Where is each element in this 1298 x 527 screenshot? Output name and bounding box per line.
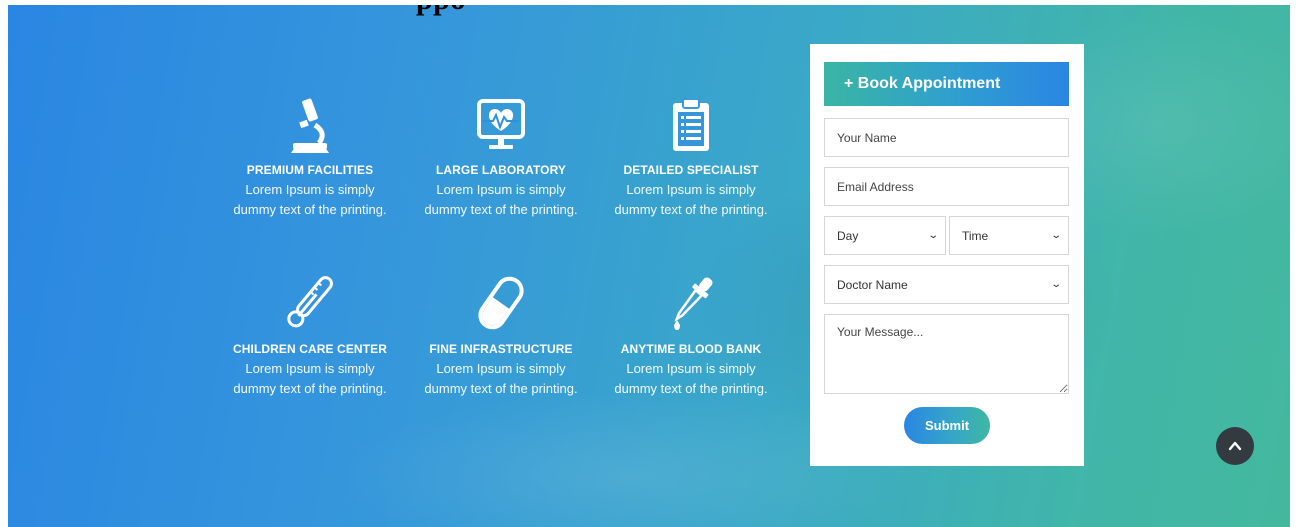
feature-title: ANYTIME BLOOD BANK (620, 342, 762, 356)
feature-anytime-blood-bank: ANYTIME BLOOD BANK Lorem Ipsum is simply… (596, 270, 786, 399)
doctor-select-value: Doctor Name (837, 277, 908, 292)
feature-desc-line: dummy text of the printing. (614, 381, 768, 396)
dropper-icon (596, 270, 786, 332)
feature-desc-line: Lorem Ipsum is simply (436, 182, 566, 197)
clipboard-icon (596, 91, 786, 153)
email-input[interactable] (824, 167, 1069, 206)
chevron-down-icon: ⌄ (926, 230, 939, 241)
feature-desc-line: dummy text of the printing. (424, 381, 578, 396)
feature-title: DETAILED SPECIALIST (623, 163, 759, 177)
time-select[interactable]: Time ⌄ (949, 216, 1069, 255)
feature-desc-line: dummy text of the printing. (424, 202, 578, 217)
feature-desc-line: dummy text of the printing. (233, 381, 387, 396)
feature-fine-infrastructure: FINE INFRASTRUCTURE Lorem Ipsum is simpl… (406, 270, 596, 399)
day-select[interactable]: Day ⌄ (824, 216, 946, 255)
feature-description: Lorem Ipsum is simply dummy text of the … (406, 359, 596, 399)
scroll-top-button[interactable] (1216, 427, 1254, 465)
heart-monitor-icon (406, 91, 596, 153)
feature-description: Lorem Ipsum is simply dummy text of the … (596, 180, 786, 220)
feature-premium-facilities: PREMIUM FACILITIES Lorem Ipsum is simply… (215, 91, 405, 220)
feature-description: Lorem Ipsum is simply dummy text of the … (215, 180, 405, 220)
day-select-value: Day (837, 228, 859, 243)
feature-title: CHILDREN CARE CENTER (232, 342, 387, 356)
page-title-partial: ppo (416, 5, 466, 17)
feature-desc-line: Lorem Ipsum is simply (626, 361, 756, 376)
name-input[interactable] (824, 118, 1069, 157)
feature-description: Lorem Ipsum is simply dummy text of the … (596, 359, 786, 399)
microscope-icon (215, 91, 405, 153)
pill-capsule-icon (406, 270, 596, 332)
feature-children-care-center: CHILDREN CARE CENTER Lorem Ipsum is simp… (215, 270, 405, 399)
thermometer-icon (215, 270, 405, 332)
feature-description: Lorem Ipsum is simply dummy text of the … (406, 180, 596, 220)
time-select-value: Time (962, 228, 989, 243)
feature-desc-line: dummy text of the printing. (233, 202, 387, 217)
feature-detailed-specialist: DETAILED SPECIALIST Lorem Ipsum is simpl… (596, 91, 786, 220)
form-heading: + Book Appointment (824, 62, 1069, 106)
appointment-form-card: + Book Appointment Day ⌄ Time ⌄ Doctor N… (810, 44, 1084, 466)
submit-button[interactable]: Submit (904, 407, 990, 444)
feature-desc-line: Lorem Ipsum is simply (436, 361, 566, 376)
feature-desc-line: Lorem Ipsum is simply (245, 361, 375, 376)
feature-desc-line: Lorem Ipsum is simply (245, 182, 375, 197)
feature-title: LARGE LABORATORY (435, 163, 567, 177)
feature-title: PREMIUM FACILITIES (246, 163, 374, 177)
feature-title: FINE INFRASTRUCTURE (429, 342, 573, 356)
feature-desc-line: Lorem Ipsum is simply (626, 182, 756, 197)
hero-section: ppo PREMIUM FACILITIES Lorem Ipsum is si… (8, 5, 1290, 527)
doctor-select[interactable]: Doctor Name ⌄ (824, 265, 1069, 304)
chevron-down-icon: ⌄ (1049, 230, 1062, 241)
chevron-down-icon: ⌄ (1049, 279, 1062, 290)
chevron-up-icon (1228, 441, 1242, 451)
feature-description: Lorem Ipsum is simply dummy text of the … (215, 359, 405, 399)
feature-desc-line: dummy text of the printing. (614, 202, 768, 217)
message-textarea[interactable] (824, 314, 1069, 394)
feature-large-laboratory: LARGE LABORATORY Lorem Ipsum is simply d… (406, 91, 596, 220)
